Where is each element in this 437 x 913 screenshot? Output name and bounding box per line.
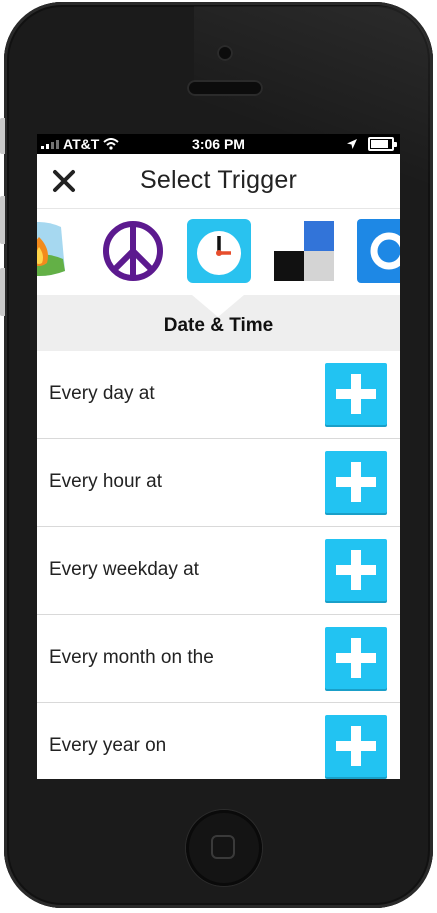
home-square-icon <box>211 835 235 859</box>
location-arrow-icon <box>347 139 357 149</box>
clock-icon[interactable] <box>187 219 251 283</box>
status-bar: AT&T 3:06 PM <box>37 134 400 154</box>
add-button[interactable] <box>325 539 387 601</box>
list-item[interactable]: Every month on the <box>37 615 400 703</box>
add-button[interactable] <box>325 627 387 689</box>
volume-down-button <box>0 268 5 316</box>
add-button[interactable] <box>325 715 387 777</box>
delicious-icon[interactable] <box>272 219 336 283</box>
trigger-list: Every day at Every hour at Every weekday… <box>37 351 400 779</box>
volume-up-button <box>0 196 5 244</box>
blue-ring-icon[interactable] <box>357 219 400 283</box>
peace-icon[interactable] <box>101 219 165 283</box>
list-item[interactable]: Every hour at <box>37 439 400 527</box>
trigger-label: Every weekday at <box>49 559 199 580</box>
section-title: Date & Time <box>163 315 274 336</box>
page-title: Select Trigger <box>139 166 298 194</box>
nav-bar: Select Trigger <box>37 154 400 209</box>
add-button[interactable] <box>325 363 387 425</box>
screen: AT&T 3:06 PM Select Trigger Date & Time … <box>37 134 400 779</box>
selection-pointer <box>192 295 244 317</box>
list-item[interactable]: Every year on <box>37 703 400 779</box>
section-header: Date & Time <box>37 295 400 351</box>
list-item[interactable]: Every weekday at <box>37 527 400 615</box>
home-button[interactable] <box>186 810 262 886</box>
trigger-label: Every day at <box>49 383 155 404</box>
earpiece-speaker <box>187 80 263 96</box>
trigger-label: Every hour at <box>49 471 162 492</box>
trigger-label: Every year on <box>49 735 167 756</box>
campfire-icon[interactable] <box>37 219 71 283</box>
list-item[interactable]: Every day at <box>37 351 400 439</box>
front-camera <box>217 45 233 61</box>
add-button[interactable] <box>325 451 387 513</box>
status-right <box>346 137 397 151</box>
battery-icon <box>368 137 397 151</box>
trigger-label: Every month on the <box>49 647 214 668</box>
mute-switch <box>0 118 5 154</box>
battery-level <box>371 140 388 148</box>
channel-strip <box>37 209 400 295</box>
